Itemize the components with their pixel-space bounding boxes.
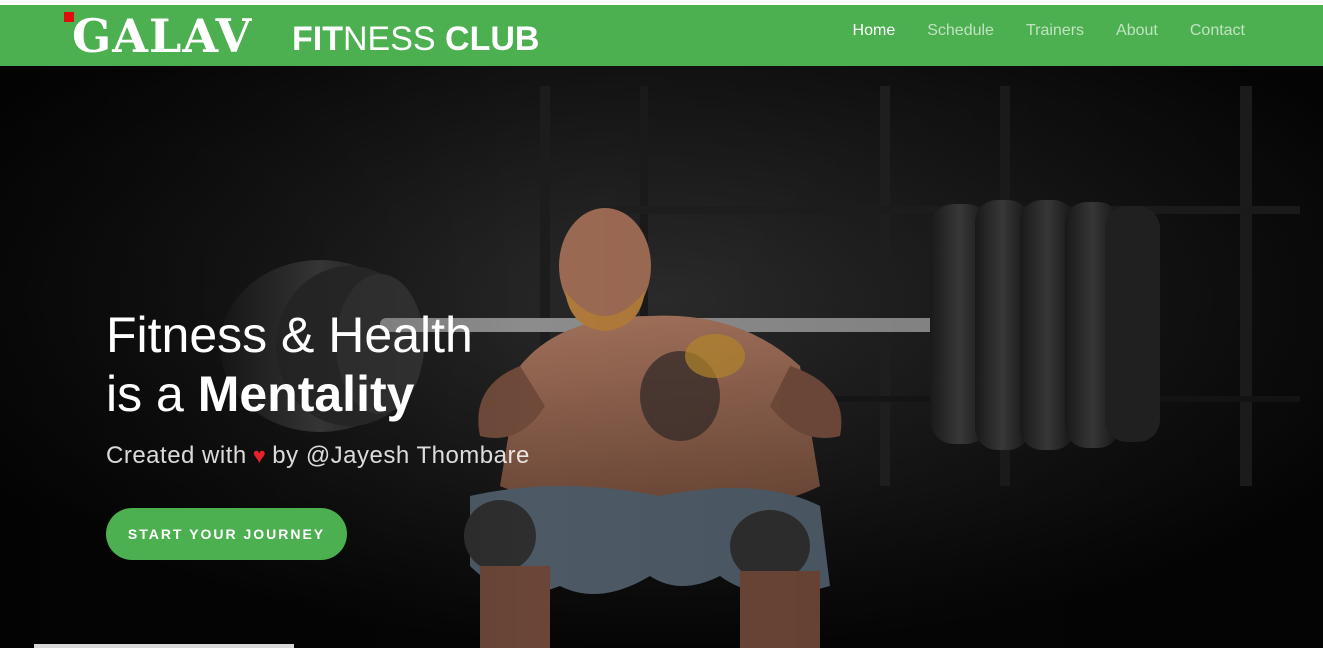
logo-text: GALAV xyxy=(72,9,253,63)
hero-section: Fitness & Health is a Mentality Created … xyxy=(0,66,1323,648)
headline-prefix: is a xyxy=(106,366,184,422)
hero-text: Fitness & Health is a Mentality Created … xyxy=(106,306,530,470)
credit-suffix: by @Jayesh Thombare xyxy=(272,442,530,469)
brand-club: CLUB xyxy=(445,20,540,58)
navbar: GALAV FITNESS CLUB Home Schedule Trainer… xyxy=(0,5,1323,66)
heart-icon: ♥ xyxy=(252,443,267,468)
hero-credit: Created with ♥ by @Jayesh Thombare xyxy=(106,442,530,470)
nav-about[interactable]: About xyxy=(1116,22,1158,40)
nav-schedule[interactable]: Schedule xyxy=(927,22,994,40)
brand-fit: FIT xyxy=(292,20,343,58)
credit-prefix: Created with xyxy=(106,442,247,469)
hero-headline-line1: Fitness & Health xyxy=(106,307,473,363)
bottom-scroll-strip xyxy=(34,644,294,648)
start-journey-button[interactable]: START YOUR JOURNEY xyxy=(106,508,347,560)
nav-contact[interactable]: Contact xyxy=(1190,22,1245,40)
brand-ness: NESS xyxy=(342,20,436,58)
brand-subtitle: FITNESS CLUB xyxy=(292,19,539,59)
headline-bold: Mentality xyxy=(197,366,415,422)
hero-headline-line2: is a Mentality xyxy=(106,364,530,424)
nav-home[interactable]: Home xyxy=(853,22,896,40)
nav-trainers[interactable]: Trainers xyxy=(1026,22,1084,40)
main-nav: Home Schedule Trainers About Contact xyxy=(821,5,1245,56)
